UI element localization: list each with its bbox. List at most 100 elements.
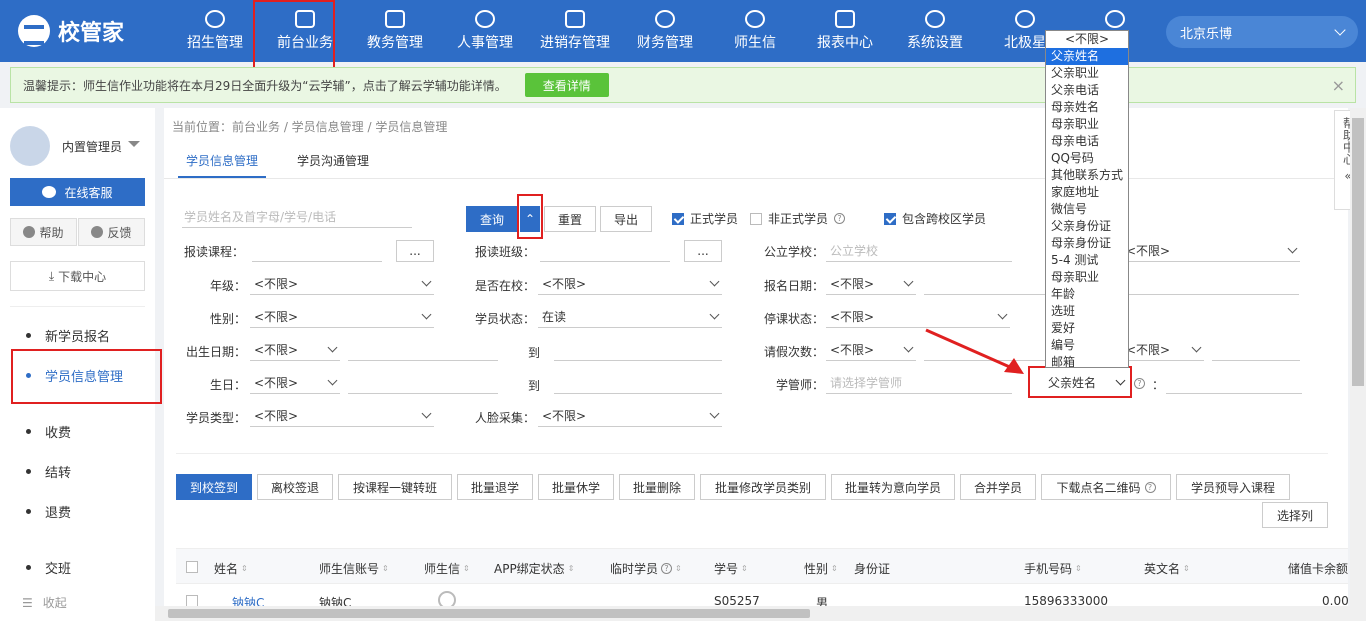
help-icon[interactable]: ? xyxy=(1144,481,1156,493)
nav-item-settings[interactable]: 系统设置 xyxy=(890,0,980,62)
column-header[interactable]: 英文名 ⇕ xyxy=(1144,560,1190,577)
extra-field-dropdown[interactable]: <不限> 父亲姓名 父亲职业 父亲电话 母亲姓名 母亲职业 母亲电话 QQ号码 其他联系方式 家庭… xyxy=(1045,30,1129,368)
dropdown-option[interactable]: 母亲姓名 xyxy=(1046,99,1128,116)
check-in-button[interactable]: 到校签到 xyxy=(176,474,252,500)
nav-item-academic[interactable]: 教务管理 xyxy=(350,0,440,62)
birthday-from-input[interactable] xyxy=(348,372,498,394)
dropdown-option[interactable]: 编号 xyxy=(1046,337,1128,354)
dropdown-option[interactable]: QQ号码 xyxy=(1046,150,1128,167)
dropdown-option[interactable]: 其他联系方式 xyxy=(1046,167,1128,184)
dropdown-option[interactable]: 母亲职业 xyxy=(1046,269,1128,286)
sort-icon[interactable]: ⇕ xyxy=(1183,564,1190,573)
class-picker-button[interactable]: ... xyxy=(684,240,722,262)
tab-student-communication[interactable]: 学员沟通管理 xyxy=(297,152,369,169)
nav-item-inventory[interactable]: 进销存管理 xyxy=(530,0,620,62)
course-picker-button[interactable]: ... xyxy=(396,240,434,262)
birthday-to-input[interactable] xyxy=(554,372,722,394)
dropdown-option[interactable]: <不限> xyxy=(1046,31,1128,48)
dropdown-option[interactable]: 母亲身份证 xyxy=(1046,235,1128,252)
column-header[interactable]: 临时学员? ⇕ xyxy=(610,560,682,577)
sort-icon[interactable]: ⇕ xyxy=(741,564,748,573)
column-header[interactable]: 性别 ⇕ xyxy=(804,560,838,577)
menu-item-student-info[interactable]: 学员信息管理 xyxy=(26,366,123,385)
menu-item-shift[interactable]: 交班 xyxy=(26,558,71,577)
feedback-button[interactable]: 反馈 xyxy=(78,218,145,246)
column-header[interactable]: 手机号码 ⇕ xyxy=(1024,560,1082,577)
birthdate-select[interactable]: <不限> xyxy=(250,339,340,361)
batch-modify-type-button[interactable]: 批量修改学员类别 xyxy=(700,474,826,500)
campus-selector[interactable]: 北京乐博 xyxy=(1166,16,1358,48)
notice-details-button[interactable]: 查看详情 xyxy=(524,73,609,97)
close-icon[interactable]: × xyxy=(1332,76,1345,95)
merge-students-button[interactable]: 合并学员 xyxy=(960,474,1036,500)
toggle-filters-button[interactable]: ⌃ xyxy=(520,206,540,232)
dropdown-option[interactable]: 5-4 测试 xyxy=(1046,252,1128,269)
sort-icon[interactable]: ⇕ xyxy=(241,564,248,573)
class-input[interactable] xyxy=(540,240,670,262)
extra-field-select[interactable]: 父亲姓名 xyxy=(1028,366,1132,398)
pre-import-course-button[interactable]: 学员预导入课程 xyxy=(1176,474,1290,500)
batch-delete-button[interactable]: 批量删除 xyxy=(619,474,695,500)
column-header[interactable]: 师生信 ⇕ xyxy=(424,560,470,577)
extra-select-1[interactable]: <不限> xyxy=(1122,240,1300,262)
nav-item-enrollment[interactable]: 招生管理 xyxy=(170,0,260,62)
choose-columns-button[interactable]: 选择列 xyxy=(1262,502,1328,528)
help-icon[interactable]: ? xyxy=(834,213,846,224)
course-input[interactable] xyxy=(252,240,382,262)
help-button[interactable]: 帮助 xyxy=(10,218,77,246)
dropdown-option[interactable]: 父亲职业 xyxy=(1046,65,1128,82)
username[interactable]: 内置管理员 xyxy=(62,138,122,155)
batch-to-prospect-button[interactable]: 批量转为意向学员 xyxy=(831,474,955,500)
face-select[interactable]: <不限> xyxy=(538,405,722,427)
reset-button[interactable]: 重置 xyxy=(544,206,596,232)
sort-icon[interactable]: ⇕ xyxy=(831,564,838,573)
download-center-button[interactable]: ⤓ 下载中心 xyxy=(10,261,145,291)
dropdown-option[interactable]: 年龄 xyxy=(1046,286,1128,303)
export-button[interactable]: 导出 xyxy=(600,206,652,232)
status-select[interactable]: 在读 xyxy=(538,306,722,328)
nav-item-hr[interactable]: 人事管理 xyxy=(440,0,530,62)
check-out-button[interactable]: 离校签退 xyxy=(257,474,333,500)
sort-icon[interactable]: ⇕ xyxy=(675,564,682,573)
query-button[interactable]: 查询 xyxy=(466,206,518,232)
tab-student-info[interactable]: 学员信息管理 xyxy=(186,152,258,169)
leave-count-select[interactable]: <不限> xyxy=(826,339,916,361)
vertical-scrollbar-thumb[interactable] xyxy=(1352,118,1364,386)
gender-select[interactable]: <不限> xyxy=(250,306,434,328)
menu-item-charge[interactable]: 收费 xyxy=(26,422,71,441)
extra-field-input[interactable] xyxy=(1166,372,1302,394)
student-type-select[interactable]: <不限> xyxy=(250,405,434,427)
cross-campus-checkbox[interactable]: 包含跨校区学员 xyxy=(884,210,986,227)
column-header[interactable]: 储值卡余额 xyxy=(1288,560,1348,577)
menu-item-refund[interactable]: 退费 xyxy=(26,502,71,521)
dropdown-option[interactable]: 微信号 xyxy=(1046,201,1128,218)
menu-item-transfer[interactable]: 结转 xyxy=(26,462,71,481)
dropdown-option[interactable]: 家庭地址 xyxy=(1046,184,1128,201)
sort-icon[interactable]: ⇕ xyxy=(463,564,470,573)
informal-student-checkbox[interactable]: 非正式学员? xyxy=(750,210,846,227)
sort-icon[interactable]: ⇕ xyxy=(568,564,575,573)
batch-withdraw-button[interactable]: 批量退学 xyxy=(457,474,533,500)
column-header[interactable]: APP绑定状态 ⇕ xyxy=(494,560,574,577)
nav-item-front-desk[interactable]: 前台业务 xyxy=(260,0,350,62)
dropdown-option[interactable]: 父亲姓名 xyxy=(1046,48,1128,65)
formal-student-checkbox[interactable]: 正式学员 xyxy=(672,210,738,227)
in-school-select[interactable]: <不限> xyxy=(538,273,722,295)
avatar[interactable] xyxy=(10,126,50,166)
column-header[interactable]: 身份证 xyxy=(854,560,890,577)
nav-item-messaging[interactable]: 师生信 xyxy=(710,0,800,62)
birthdate-from-input[interactable] xyxy=(348,339,498,361)
caret-down-icon[interactable] xyxy=(128,141,140,147)
dropdown-option[interactable]: 父亲身份证 xyxy=(1046,218,1128,235)
help-icon[interactable]: ? xyxy=(661,563,673,574)
column-header[interactable]: 学号 ⇕ xyxy=(714,560,748,577)
reg-date-select[interactable]: <不限> xyxy=(826,273,916,295)
dropdown-option[interactable]: 母亲职业 xyxy=(1046,116,1128,133)
dropdown-option[interactable]: 父亲电话 xyxy=(1046,82,1128,99)
grade-select[interactable]: <不限> xyxy=(250,273,434,295)
birthday-select[interactable]: <不限> xyxy=(250,372,340,394)
online-service-button[interactable]: 在线客服 xyxy=(10,178,145,206)
dropdown-option[interactable]: 邮箱 xyxy=(1046,354,1128,367)
horizontal-scrollbar-thumb[interactable] xyxy=(168,609,810,618)
brand-logo[interactable]: 校管家 xyxy=(0,0,170,62)
